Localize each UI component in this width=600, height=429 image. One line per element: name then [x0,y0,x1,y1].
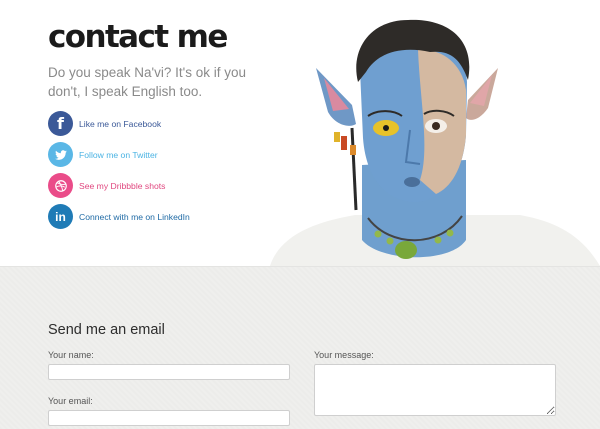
intro-text: Do you speak Na'vi? It's ok if you don't… [48,65,246,99]
message-textarea[interactable] [314,364,556,416]
avatar-portrait [270,19,600,266]
social-link-linkedin[interactable]: in Connect with me on LinkedIn [48,204,190,229]
message-label: Your message: [314,350,374,360]
linkedin-icon: in [48,204,73,229]
social-link-facebook[interactable]: f Like me on Facebook [48,111,190,136]
contact-header-section: contact me Do you speak Na'vi? It's ok i… [0,0,600,266]
facebook-icon: f [48,111,73,136]
social-link-label: Follow me on Twitter [79,149,158,160]
name-input[interactable] [48,364,290,380]
page-title: contact me [48,19,228,55]
social-link-label: Connect with me on LinkedIn [79,211,190,222]
social-link-label: See my Dribbble shots [79,180,166,191]
social-links: f Like me on Facebook Follow me on Twitt… [48,111,190,235]
email-label: Your email: [48,396,93,406]
social-link-twitter[interactable]: Follow me on Twitter [48,142,190,167]
social-link-dribbble[interactable]: See my Dribbble shots [48,173,190,198]
twitter-icon [48,142,73,167]
email-input[interactable] [48,410,290,426]
form-title: Send me an email [48,322,165,338]
social-link-label: Like me on Facebook [79,118,162,129]
name-label: Your name: [48,350,94,360]
dribbble-icon [48,173,73,198]
